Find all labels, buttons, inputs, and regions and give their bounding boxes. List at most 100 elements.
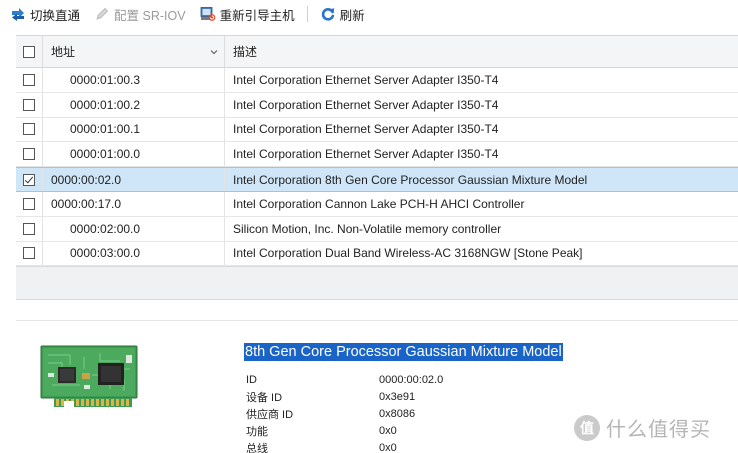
column-header-address[interactable]: 地址 (43, 36, 225, 67)
configure-sriov-button[interactable]: 配置 SR-IOV (90, 3, 190, 25)
row-checkbox[interactable] (23, 73, 35, 86)
grid-header: 地址 描述 (16, 35, 738, 68)
table-row[interactable]: 0000:03:00.0 Intel Corporation Dual Band… (16, 241, 738, 267)
device-grid: 地址 描述 0000:01:00.3 Intel Corporation Eth… (16, 35, 738, 301)
address-cell: 0000:00:02.0 (43, 168, 225, 191)
address-text: 0000:01:00.1 (70, 122, 141, 137)
row-checkbox[interactable] (23, 98, 35, 111)
reboot-host-button[interactable]: 重新引导主机 (196, 3, 299, 25)
row-checkbox-cell (16, 216, 43, 241)
row-checkbox-cell (16, 68, 43, 92)
row-checkbox-cell (16, 117, 43, 142)
select-all-checkbox[interactable] (23, 45, 35, 58)
panel-divider (16, 320, 738, 321)
detail-properties: ID 0000:00:02.0 设备 ID 0x3e91 供应商 ID 0x80… (246, 371, 443, 453)
address-cell: 0000:01:00.3 (43, 68, 225, 92)
property-row: 功能 0x0 (246, 422, 443, 439)
description-cell: Intel Corporation Ethernet Server Adapte… (225, 118, 738, 142)
property-key: 功能 (246, 425, 268, 438)
property-key: 总线 (246, 442, 268, 453)
property-value: 0x3e91 (379, 390, 416, 403)
address-cell: 0000:01:00.0 (43, 142, 225, 167)
address-text: 0000:03:00.0 (70, 246, 141, 261)
pci-card-icon (40, 345, 138, 409)
property-row: 供应商 ID 0x8086 (246, 405, 443, 422)
table-row[interactable]: 0000:01:00.3 Intel Corporation Ethernet … (16, 68, 738, 93)
table-row[interactable]: 0000:02:00.0 Silicon Motion, Inc. Non-Vo… (16, 216, 738, 242)
grid-footer (16, 266, 738, 301)
detail-title: 8th Gen Core Processor Gaussian Mixture … (244, 343, 563, 361)
description-cell: Intel Corporation Dual Band Wireless-AC … (225, 242, 738, 266)
table-row[interactable]: 0000:01:00.0 Intel Corporation Ethernet … (16, 142, 738, 168)
configure-sriov-label: 配置 SR-IOV (114, 8, 186, 23)
address-text: 0000:00:02.0 (51, 172, 122, 187)
refresh-label: 刷新 (339, 8, 365, 23)
property-value: 0x0 (379, 424, 397, 437)
address-text: 0000:01:00.2 (70, 97, 141, 112)
watermark: 值 什么值得买 (574, 413, 711, 442)
row-checkbox[interactable] (23, 247, 35, 260)
description-text: Intel Corporation Ethernet Server Adapte… (233, 122, 499, 137)
row-checkbox-cell (16, 142, 43, 167)
address-cell: 0000:01:00.1 (43, 117, 225, 142)
table-row-selected[interactable]: 0000:00:02.0 Intel Corporation 8th Gen C… (16, 167, 738, 192)
description-text: Intel Corporation Ethernet Server Adapte… (233, 147, 499, 162)
toolbar: 切换直通 配置 SR-IOV 重新引导主机 刷新 (0, 0, 738, 28)
property-row: 总线 0x0 (246, 439, 443, 453)
property-value: 0x0 (379, 441, 397, 453)
table-row[interactable]: 0000:01:00.1 Intel Corporation Ethernet … (16, 117, 738, 143)
address-text: 0000:01:00.0 (70, 147, 141, 162)
row-checkbox[interactable] (23, 148, 35, 161)
property-value: 0x8086 (379, 407, 416, 420)
table-row[interactable]: 0000:00:17.0 Intel Corporation Cannon La… (16, 191, 738, 217)
address-cell: 0000:03:00.0 (43, 241, 225, 266)
address-cell: 0000:02:00.0 (43, 216, 225, 241)
address-text: 0000:02:00.0 (70, 221, 141, 236)
table-row[interactable]: 0000:01:00.2 Intel Corporation Ethernet … (16, 92, 738, 118)
chevron-down-icon[interactable] (210, 48, 218, 56)
address-text: 0000:00:17.0 (51, 196, 122, 211)
row-checkbox[interactable] (23, 222, 35, 235)
description-cell: Intel Corporation Ethernet Server Adapte… (225, 68, 738, 92)
description-text: Silicon Motion, Inc. Non-Volatile memory… (233, 221, 502, 236)
row-checkbox-cell (16, 168, 43, 191)
description-cell: Intel Corporation Cannon Lake PCH-H AHCI… (225, 192, 738, 216)
column-header-address-label: 地址 (51, 45, 76, 59)
row-checkbox-checked[interactable] (23, 173, 35, 186)
watermark-badge: 值 (574, 414, 600, 441)
reboot-host-label: 重新引导主机 (219, 8, 295, 23)
description-text: Intel Corporation 8th Gen Core Processor… (233, 172, 588, 187)
toggle-passthrough-label: 切换直通 (30, 8, 81, 23)
description-text: Intel Corporation Dual Band Wireless-AC … (233, 246, 583, 261)
property-key: 供应商 ID (246, 408, 294, 421)
refresh-icon (321, 8, 334, 21)
property-key: ID (246, 373, 257, 386)
address-text: 0000:01:00.3 (70, 72, 141, 87)
address-cell: 0000:00:17.0 (43, 191, 225, 216)
select-all-cell (16, 36, 43, 67)
description-cell: Intel Corporation Ethernet Server Adapte… (225, 93, 738, 117)
pencil-icon (96, 7, 109, 20)
row-checkbox-cell (16, 241, 43, 266)
property-row: 设备 ID 0x3e91 (246, 388, 443, 405)
toolbar-separator (306, 6, 308, 22)
address-cell: 0000:01:00.2 (43, 92, 225, 117)
row-checkbox[interactable] (23, 197, 35, 210)
toggle-passthrough-button[interactable]: 切换直通 (6, 3, 84, 25)
watermark-text: 什么值得买 (606, 419, 711, 441)
description-text: Intel Corporation Ethernet Server Adapte… (233, 97, 499, 112)
description-cell: Silicon Motion, Inc. Non-Volatile memory… (225, 217, 738, 241)
property-row: ID 0000:00:02.0 (246, 371, 443, 388)
description-cell: Intel Corporation Ethernet Server Adapte… (225, 142, 738, 166)
row-checkbox-cell (16, 191, 43, 216)
column-header-description[interactable]: 描述 (225, 36, 738, 67)
row-checkbox[interactable] (23, 123, 35, 136)
refresh-button[interactable]: 刷新 (316, 3, 369, 25)
passthrough-icon (12, 8, 24, 21)
row-checkbox-cell (16, 92, 43, 117)
column-header-description-label: 描述 (233, 45, 258, 59)
property-value: 0000:00:02.0 (379, 373, 444, 386)
property-key: 设备 ID (246, 391, 283, 404)
description-cell: Intel Corporation 8th Gen Core Processor… (225, 168, 738, 191)
description-text: Intel Corporation Cannon Lake PCH-H AHCI… (233, 196, 525, 211)
